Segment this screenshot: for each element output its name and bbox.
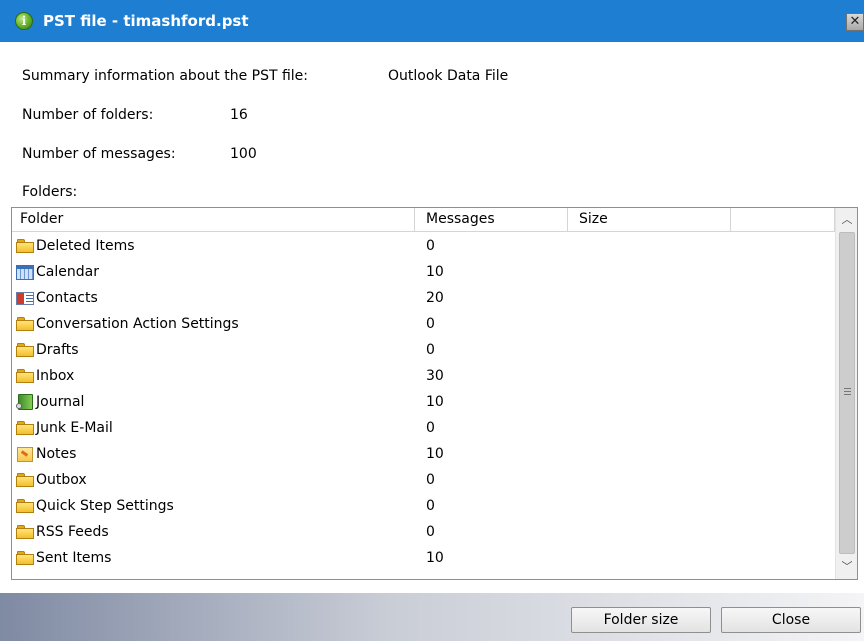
scroll-thumb[interactable] (839, 232, 855, 554)
folders-grid[interactable]: Folder Messages Size Deleted Items 0 Calen… (11, 207, 858, 580)
summary-label: Summary information about the PST file: (22, 68, 308, 84)
folders-section-label: Folders: (22, 184, 78, 200)
folder-cell: RSS Feeds (16, 519, 109, 545)
folder-name: Sent Items (36, 550, 112, 566)
messages-count-label: Number of messages: (22, 146, 176, 162)
info-icon: i (15, 12, 33, 30)
vertical-scrollbar[interactable]: ︿ ﹀ (835, 208, 857, 579)
folder-name: Drafts (36, 342, 79, 358)
calendar-icon (16, 264, 35, 280)
button-bar: Folder size Close (0, 593, 864, 641)
folder-icon (16, 238, 35, 254)
table-row[interactable]: Outbox 0 (12, 467, 835, 493)
grid-header: Folder Messages Size (12, 208, 835, 232)
folder-icon (16, 420, 35, 436)
notes-icon (16, 446, 35, 462)
column-header-messages[interactable]: Messages (415, 208, 568, 232)
close-button[interactable]: Close (721, 607, 861, 633)
scroll-down-button[interactable]: ﹀ (836, 557, 857, 577)
column-header-empty (731, 208, 835, 232)
messages-cell: 0 (426, 524, 435, 540)
summary-value: Outlook Data File (388, 68, 509, 84)
folder-name: Junk E-Mail (36, 420, 113, 436)
folder-cell: Calendar (16, 259, 99, 285)
messages-cell: 0 (426, 498, 435, 514)
messages-cell: 30 (426, 368, 444, 384)
folder-icon (16, 472, 35, 488)
folders-count-value: 16 (230, 107, 248, 123)
folder-icon (16, 316, 35, 332)
folder-name: Inbox (36, 368, 75, 384)
folder-icon (16, 524, 35, 540)
folder-cell: Notes (16, 441, 76, 467)
messages-cell: 0 (426, 420, 435, 436)
folder-cell: Deleted Items (16, 233, 135, 259)
messages-cell: 0 (426, 472, 435, 488)
table-row[interactable]: Journal 10 (12, 389, 835, 415)
messages-cell: 0 (426, 238, 435, 254)
messages-cell: 10 (426, 446, 444, 462)
column-header-size[interactable]: Size (568, 208, 731, 232)
table-row[interactable]: Contacts 20 (12, 285, 835, 311)
folder-name: RSS Feeds (36, 524, 109, 540)
table-row[interactable]: RSS Feeds 0 (12, 519, 835, 545)
folder-cell: Inbox (16, 363, 74, 389)
grip-icon (844, 388, 851, 396)
folders-count-label: Number of folders: (22, 107, 154, 123)
contacts-icon (16, 290, 35, 306)
table-row[interactable]: Conversation Action Settings 0 (12, 311, 835, 337)
folder-name: Journal (36, 394, 85, 410)
table-row[interactable]: Calendar 10 (12, 259, 835, 285)
folder-icon (16, 342, 35, 358)
folder-cell: Contacts (16, 285, 98, 311)
chevron-up-icon: ︿ (841, 213, 853, 226)
folder-cell: Sent Items (16, 545, 111, 571)
scroll-up-button[interactable]: ︿ (836, 210, 857, 230)
folder-name: Outbox (36, 472, 87, 488)
title-bar[interactable]: i PST file - timashford.pst ✕ (0, 0, 864, 42)
folder-name: Deleted Items (36, 238, 135, 254)
folder-cell: Outbox (16, 467, 87, 493)
folder-icon (16, 368, 35, 384)
close-icon: ✕ (849, 14, 861, 29)
folder-cell: Conversation Action Settings (16, 311, 239, 337)
pst-file-dialog: i PST file - timashford.pst ✕ Summary in… (0, 0, 864, 641)
table-row[interactable]: Junk E-Mail 0 (12, 415, 835, 441)
messages-cell: 10 (426, 550, 444, 566)
messages-cell: 20 (426, 290, 444, 306)
folder-cell: Junk E-Mail (16, 415, 113, 441)
table-row[interactable]: Deleted Items 0 (12, 233, 835, 259)
journal-icon (16, 394, 35, 410)
table-row[interactable]: Notes 10 (12, 441, 835, 467)
table-row[interactable]: Sent Items 10 (12, 545, 835, 571)
folder-icon (16, 550, 35, 566)
chevron-down-icon: ﹀ (841, 560, 853, 573)
folder-name: Quick Step Settings (36, 498, 174, 514)
table-row[interactable]: Quick Step Settings 0 (12, 493, 835, 519)
folder-icon (16, 498, 35, 514)
folder-cell: Quick Step Settings (16, 493, 174, 519)
table-row[interactable]: Inbox 30 (12, 363, 835, 389)
folder-name: Contacts (36, 290, 98, 306)
folder-cell: Drafts (16, 337, 79, 363)
folder-name: Conversation Action Settings (36, 316, 239, 332)
table-row[interactable]: Drafts 0 (12, 337, 835, 363)
column-header-folder[interactable]: Folder (12, 208, 415, 232)
grid-rows: Deleted Items 0 Calendar 10 Contacts 20 Conver… (12, 233, 835, 579)
messages-cell: 0 (426, 342, 435, 358)
messages-count-value: 100 (230, 146, 257, 162)
messages-cell: 10 (426, 264, 444, 280)
folder-name: Notes (36, 446, 77, 462)
messages-cell: 10 (426, 394, 444, 410)
folder-cell: Journal (16, 389, 84, 415)
folder-size-button[interactable]: Folder size (571, 607, 711, 633)
close-window-button[interactable]: ✕ (846, 13, 864, 31)
folder-name: Calendar (36, 264, 99, 280)
window-title: PST file - timashford.pst (43, 12, 249, 30)
messages-cell: 0 (426, 316, 435, 332)
